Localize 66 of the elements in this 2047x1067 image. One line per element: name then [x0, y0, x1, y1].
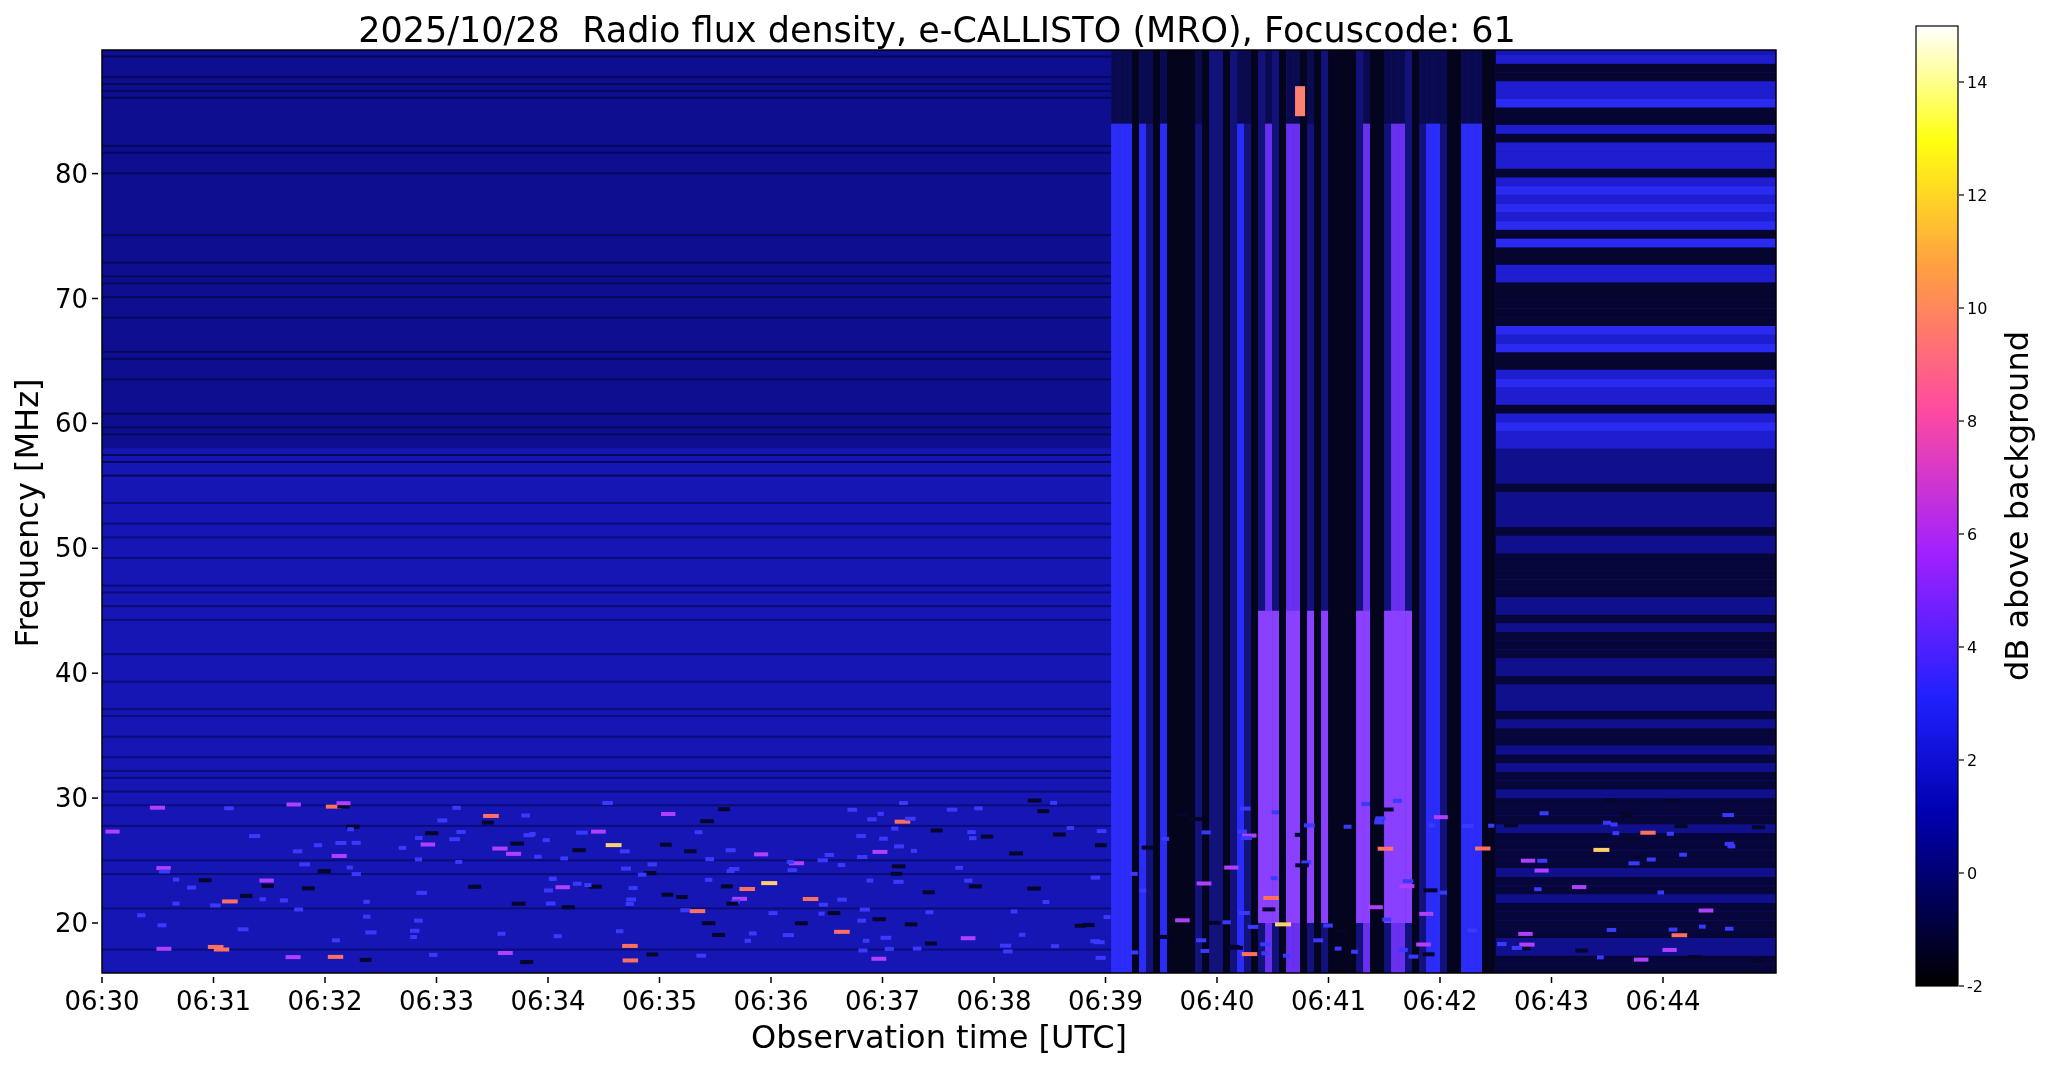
y-tick-label: 30 — [54, 783, 88, 814]
tick-mark — [1216, 976, 1218, 984]
x-tick-label: 06:36 — [733, 986, 809, 1016]
y-tick-label: 70 — [54, 283, 88, 314]
colorbar-tick-label: 14 — [1967, 73, 1988, 92]
colorbar-tick-label: 0 — [1967, 864, 1978, 883]
tick-mark — [1958, 420, 1965, 422]
x-tick-label: 06:39 — [1068, 986, 1143, 1016]
tick-mark — [91, 672, 99, 674]
tick-mark — [993, 976, 995, 984]
colorbar-tick-label: -2 — [1967, 977, 1983, 996]
x-tick-label: 06:34 — [510, 986, 586, 1016]
tick-mark — [101, 976, 103, 984]
tick-mark — [91, 422, 99, 425]
colorbar-tick-label: 10 — [1967, 299, 1988, 318]
colorbar-tick-label: 6 — [1967, 525, 1978, 544]
x-tick-label: 06:42 — [1402, 986, 1478, 1016]
tick-mark — [1958, 307, 1965, 309]
colorbar-label: dB above background — [1998, 331, 2036, 681]
y-tick-label: 50 — [54, 533, 88, 564]
x-tick-label: 06:32 — [287, 986, 363, 1016]
y-tick-label: 40 — [54, 658, 88, 689]
tick-mark — [1104, 976, 1107, 984]
tick-mark — [1958, 872, 1965, 874]
tick-mark — [1958, 533, 1965, 535]
tick-mark — [91, 297, 99, 300]
colorbar-tick-label: 4 — [1967, 638, 1978, 657]
x-tick-label: 06:41 — [1291, 986, 1366, 1016]
tick-mark — [1958, 985, 1965, 987]
tick-mark — [1958, 646, 1965, 648]
tick-mark — [1550, 976, 1553, 984]
tick-mark — [770, 976, 772, 984]
x-tick-label: 06:43 — [1514, 986, 1589, 1016]
tick-mark — [881, 976, 884, 984]
tick-mark — [212, 976, 215, 984]
colorbar-tick-label: 12 — [1967, 186, 1988, 205]
x-tick-label: 06:33 — [399, 986, 474, 1016]
tick-mark — [547, 976, 549, 984]
tick-mark — [1958, 194, 1965, 196]
tick-mark — [658, 976, 661, 984]
tick-mark — [1958, 81, 1965, 83]
x-tick-label: 06:40 — [1179, 986, 1255, 1016]
x-tick-label: 06:35 — [622, 986, 697, 1016]
x-axis-label: Observation time [UTC] — [751, 1018, 1127, 1056]
tick-mark — [91, 922, 99, 924]
y-axis-label: Frequency [MHz] — [8, 378, 46, 648]
x-tick-label: 06:31 — [176, 986, 251, 1016]
tick-mark — [1327, 976, 1330, 984]
tick-mark — [1439, 976, 1441, 984]
x-tick-label: 06:37 — [845, 986, 920, 1016]
tick-mark — [324, 976, 326, 984]
tick-mark — [435, 976, 438, 984]
y-tick-label: 80 — [54, 158, 88, 189]
tick-mark — [91, 172, 99, 175]
chart-title: 2025/10/28 Radio flux density, e-CALLISTO (MRO), Focuscode: 61 — [358, 10, 1516, 50]
colorbar-tick-label: 2 — [1967, 751, 1978, 770]
tick-mark — [1662, 976, 1664, 984]
tick-mark — [1958, 759, 1965, 761]
x-tick-label: 06:38 — [956, 986, 1032, 1016]
colorbar-tick-label: 8 — [1967, 412, 1978, 431]
x-tick-label: 06:30 — [64, 986, 140, 1016]
tick-mark — [91, 797, 99, 799]
y-tick-label: 60 — [54, 408, 88, 439]
tick-mark — [91, 547, 99, 550]
x-tick-label: 06:44 — [1625, 986, 1701, 1016]
y-tick-label: 20 — [54, 908, 88, 938]
